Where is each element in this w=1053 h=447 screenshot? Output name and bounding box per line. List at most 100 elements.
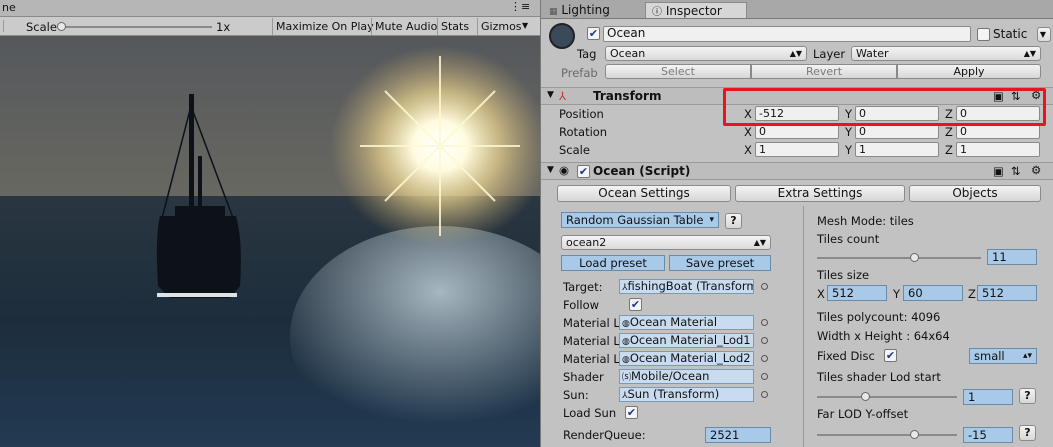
- script-enabled-checkbox[interactable]: ✔: [577, 165, 590, 178]
- lod-start-thumb[interactable]: [861, 392, 870, 401]
- preset-icon[interactable]: ⇅: [1011, 164, 1021, 178]
- lod-start-label: Tiles shader Lod start: [817, 370, 941, 384]
- material-field[interactable]: ◍Ocean Material: [619, 315, 754, 330]
- tab-objects[interactable]: Objects: [909, 185, 1041, 202]
- material-lod1-field[interactable]: ◍Ocean Material_Lod1: [619, 333, 754, 348]
- object-name-field[interactable]: Ocean: [603, 26, 971, 42]
- maximize-on-play-button[interactable]: Maximize On Play: [272, 18, 377, 35]
- far-lod-slider[interactable]: [817, 434, 957, 436]
- object-picker-icon[interactable]: [761, 319, 768, 326]
- tab-inspector[interactable]: ⓘ Inspector: [645, 2, 747, 18]
- lighting-icon: ▦: [549, 7, 558, 17]
- axis-z-label: Z: [968, 287, 976, 301]
- gizmos-button[interactable]: Gizmos: [477, 18, 525, 35]
- rotation-y-field[interactable]: 0: [855, 124, 939, 139]
- load-sun-checkbox[interactable]: ✔: [625, 406, 638, 419]
- shader-icon: ⒮: [622, 373, 632, 383]
- tiles-count-field[interactable]: 11: [987, 249, 1037, 265]
- lod-start-slider[interactable]: [817, 396, 957, 398]
- tab-lighting-label: Lighting: [561, 3, 610, 17]
- mesh-mode-label: Mesh Mode: tiles: [817, 214, 914, 228]
- width-height-text: Width x Height : 64x64: [817, 329, 950, 343]
- save-preset-button[interactable]: Save preset: [669, 255, 771, 271]
- target-field[interactable]: ⅄fishingBoat (Transform): [619, 279, 754, 294]
- lod-help-button[interactable]: ?: [1019, 388, 1036, 404]
- rotation-z-field[interactable]: 0: [956, 124, 1040, 139]
- prefab-apply-button[interactable]: Apply: [897, 64, 1041, 79]
- prefab-label: Prefab: [561, 66, 598, 80]
- far-lod-help-button[interactable]: ?: [1019, 425, 1036, 441]
- gear-icon[interactable]: ⚙: [1031, 163, 1041, 177]
- tiles-size-y-field[interactable]: 60: [903, 285, 963, 301]
- stats-button[interactable]: Stats: [437, 18, 472, 35]
- object-picker-icon[interactable]: [761, 373, 768, 380]
- foldout-icon[interactable]: ▼: [547, 165, 554, 175]
- load-sun-label: Load Sun: [563, 406, 617, 420]
- layer-label: Layer: [813, 47, 846, 61]
- game-scene[interactable]: [0, 36, 540, 447]
- tiles-size-label: Tiles size: [817, 268, 870, 282]
- tab-ocean-settings[interactable]: Ocean Settings: [557, 185, 731, 202]
- position-label: Position: [559, 107, 604, 121]
- sun-field[interactable]: ⅄Sun (Transform): [619, 387, 754, 402]
- follow-label: Follow: [563, 298, 600, 312]
- object-picker-icon[interactable]: [761, 337, 768, 344]
- follow-checkbox[interactable]: ✔: [629, 298, 642, 311]
- object-picker-icon[interactable]: [761, 391, 768, 398]
- tiles-count-thumb[interactable]: [910, 253, 920, 262]
- shader-field[interactable]: ⒮Mobile/Ocean: [619, 369, 754, 384]
- far-lod-thumb[interactable]: [910, 430, 919, 439]
- object-picker-icon[interactable]: [761, 355, 768, 362]
- transform-title: Transform: [593, 89, 662, 103]
- static-dropdown[interactable]: ▼: [1037, 27, 1051, 42]
- load-preset-button[interactable]: Load preset: [561, 255, 665, 271]
- sun-value: Sun (Transform): [627, 387, 720, 401]
- tiles-size-x-field[interactable]: 512: [827, 285, 887, 301]
- lod-start-field[interactable]: 1: [963, 389, 1013, 405]
- gizmos-dropdown-icon[interactable]: ▼: [522, 21, 528, 30]
- tab-lighting[interactable]: ▦ Lighting: [543, 2, 616, 18]
- foldout-icon[interactable]: ▼: [547, 90, 554, 100]
- layer-dropdown[interactable]: Water ▲▼: [851, 46, 1041, 61]
- axis-z-label: Z: [945, 143, 953, 157]
- prefab-revert-button[interactable]: Revert: [751, 64, 897, 79]
- rotation-x-field[interactable]: 0: [755, 124, 839, 139]
- far-lod-field[interactable]: -15: [963, 427, 1013, 443]
- scale-y-field[interactable]: 1: [855, 142, 939, 157]
- material-lod2-field[interactable]: ◍Ocean Material_Lod2: [619, 351, 754, 366]
- material-lod1-label: Material L: [563, 334, 620, 348]
- help-button[interactable]: ?: [725, 213, 742, 229]
- tiles-count-label: Tiles count: [817, 232, 880, 246]
- scale-z-field[interactable]: 1: [956, 142, 1040, 157]
- scale-slider-track[interactable]: [62, 26, 212, 28]
- material-icon: ◍: [622, 355, 630, 365]
- game-tab-label[interactable]: ne: [2, 1, 16, 14]
- tab-extra-settings[interactable]: Extra Settings: [735, 185, 905, 202]
- render-queue-label: RenderQueue:: [563, 428, 646, 442]
- tiles-count-slider[interactable]: [817, 257, 981, 259]
- preset-dropdown[interactable]: ocean2 ▲▼: [561, 235, 771, 250]
- table-dropdown[interactable]: Random Gaussian Table ▾: [561, 212, 719, 228]
- scale-slider-thumb[interactable]: [57, 22, 66, 31]
- active-checkbox[interactable]: ✔: [587, 27, 600, 40]
- target-label: Target:: [563, 280, 603, 294]
- rotation-label: Rotation: [559, 125, 608, 139]
- static-checkbox[interactable]: [977, 28, 990, 41]
- fixed-disc-dropdown[interactable]: small ▴▾: [969, 348, 1037, 364]
- tag-dropdown[interactable]: Ocean ▲▼: [605, 46, 807, 61]
- render-queue-field[interactable]: 2521: [705, 427, 771, 443]
- prefab-select-button[interactable]: Select: [605, 64, 751, 79]
- fixed-disc-checkbox[interactable]: ✔: [884, 349, 897, 362]
- material-value: Ocean Material: [629, 315, 718, 329]
- mute-audio-button[interactable]: Mute Audio: [371, 18, 440, 35]
- menu-icon[interactable]: ⋮≡: [510, 0, 530, 13]
- fixed-disc-label: Fixed Disc: [817, 349, 875, 363]
- object-picker-icon[interactable]: [761, 283, 768, 290]
- scale-x-field[interactable]: 1: [755, 142, 839, 157]
- game-view: ne ⋮≡ Scale 1x Maximize On Play Mute Aud…: [0, 0, 540, 447]
- target-value: fishingBoat (Transform): [627, 279, 754, 293]
- material-icon: ◍: [622, 337, 630, 347]
- help-book-icon[interactable]: ▣: [993, 164, 1004, 178]
- tiles-size-z-field[interactable]: 512: [977, 285, 1037, 301]
- ocean-script-header[interactable]: ▼ ◉ ✔ Ocean (Script) ▣ ⇅ ⚙: [541, 162, 1053, 180]
